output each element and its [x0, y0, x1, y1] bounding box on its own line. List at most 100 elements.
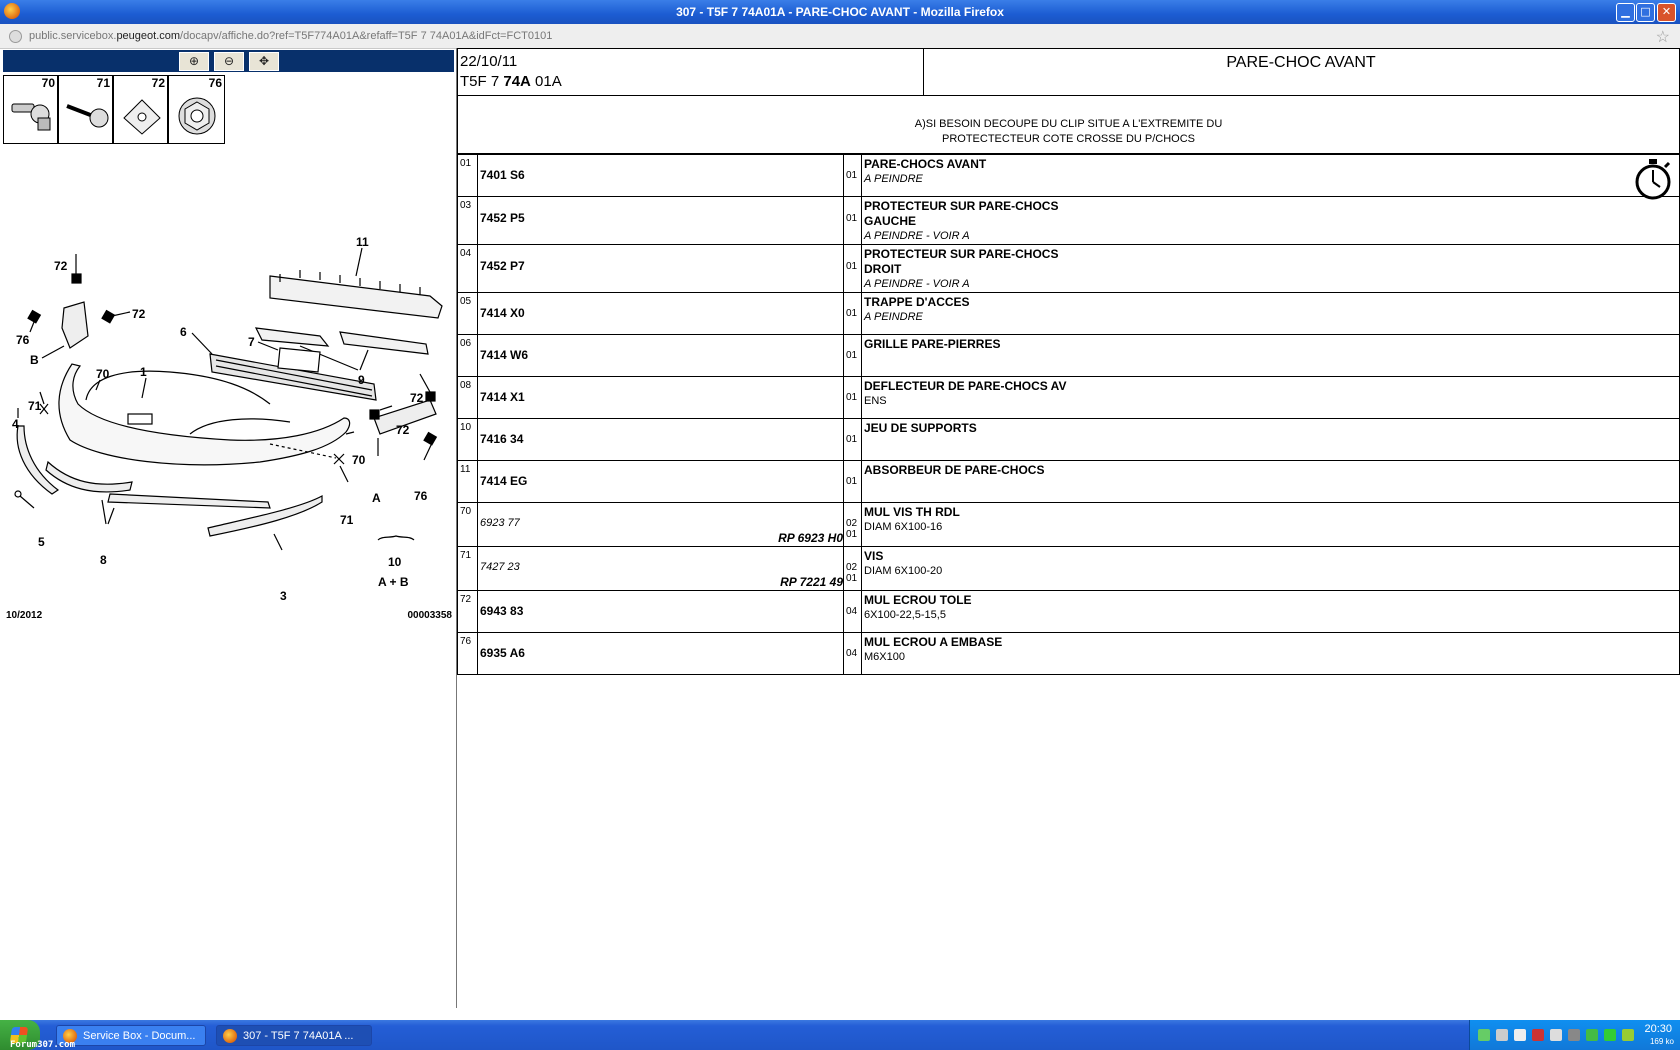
window-title-bar[interactable]: 307 - T5F 7 74A01A - PARE-CHOC AVANT - M… [0, 0, 1680, 24]
description: PARE-CHOCS AVANT [864, 157, 987, 171]
signal-icon[interactable] [1496, 1029, 1508, 1041]
quantity-cell: 01 [843, 418, 862, 461]
flange-nut-icon [178, 97, 216, 135]
tray-icon[interactable] [1568, 1029, 1580, 1041]
document-header: 22/10/11 T5F 7 74A 01A PARE-CHOC AVANT [457, 48, 1680, 96]
quantity-replacement: 01 [846, 573, 858, 584]
stopwatch-icon[interactable] [1633, 157, 1673, 201]
fastener-thumbnails: 70 71 72 76 [3, 75, 225, 144]
callout-72: 72 [396, 423, 410, 437]
pan-button[interactable]: ✥ [249, 52, 279, 71]
bumper-exploded-diagram: 11 72 72 76 B 6 7 9 72 70 1 71 4 72 70 5… [12, 235, 443, 603]
replacement-part-number[interactable]: RP 6923 H0 [778, 531, 843, 545]
description-cell: VIS DIAM 6X100-20 [861, 546, 1680, 591]
tray-icon[interactable] [1478, 1029, 1490, 1041]
description: DEFLECTEUR DE PARE-CHOCS AV [864, 379, 1067, 393]
close-button[interactable]: ✕ [1657, 3, 1676, 22]
callout-11: 11 [356, 235, 369, 249]
quantity: 01 [846, 308, 858, 319]
quantity-cell: 01 [843, 460, 862, 503]
thumb-72[interactable]: 72 [114, 76, 169, 143]
callout-76: 76 [414, 489, 428, 503]
part-number[interactable]: 7414 X0 [480, 306, 525, 320]
description-cell: DEFLECTEUR DE PARE-CHOCS AV ENS [861, 376, 1680, 419]
part-number[interactable]: 6935 A6 [480, 646, 525, 660]
part-number[interactable]: 7452 P5 [480, 211, 525, 225]
callout-6: 6 [180, 325, 187, 339]
minimize-button[interactable]: ▁ [1616, 3, 1635, 22]
table-row[interactable]: 05 7414 X0 01 TRAPPE D'ACCES A PEINDRE [457, 292, 1680, 335]
table-row[interactable]: 03 7452 P5 01 PROTECTEUR SUR PARE-CHOCS GAUC… [457, 196, 1680, 245]
table-row[interactable]: 04 7452 P7 01 PROTECTEUR SUR PARE-CHOCS DROI… [457, 244, 1680, 293]
address-bar[interactable]: public.servicebox.peugeot.com/docapv/aff… [0, 24, 1680, 49]
description-cell: PARE-CHOCS AVANT A PEINDRE [861, 154, 1680, 200]
tray-icon[interactable] [1514, 1029, 1526, 1041]
maximize-button[interactable]: □ [1636, 3, 1655, 22]
description-cell: MUL ECROU TOLE 6X100-22,5-15,5 [861, 590, 1680, 633]
table-row[interactable]: 72 6943 83 04 MUL ECROU TOLE 6X100-22,5-15,5 [457, 590, 1680, 633]
part-number[interactable]: 7416 34 [480, 432, 523, 446]
quantity-cell: 02 01 [843, 546, 862, 591]
part-number[interactable]: 7414 EG [480, 474, 527, 488]
part-number-cell: 6935 A6 [477, 632, 844, 675]
description: JEU DE SUPPORTS [864, 421, 977, 435]
bookmark-star-icon[interactable]: ☆ [1656, 27, 1670, 47]
part-number-cell: 7427 23 RP 7221 49 [477, 546, 844, 591]
quantity: 01 [846, 350, 858, 361]
network-speed: 169 ko [1649, 1037, 1674, 1046]
zoom-toolbar: ⊕ ⊖ ✥ [3, 50, 454, 72]
screw-icon [66, 104, 109, 128]
tray-icon[interactable] [1622, 1029, 1634, 1041]
replacement-part-number[interactable]: RP 7221 49 [780, 575, 843, 589]
quantity: 01 [846, 213, 858, 224]
thumb-71[interactable]: 71 [59, 76, 114, 143]
diagram-pane: ⊕ ⊖ ✥ 70 71 72 76 11 72 72 76 B 6 7 9 72… [0, 48, 457, 1008]
description: MUL ECROU TOLE [864, 593, 972, 607]
task-service-box[interactable]: Service Box - Docum... [56, 1025, 206, 1046]
tray-icon[interactable] [1604, 1029, 1616, 1041]
table-row[interactable]: 76 6935 A6 04 MUL ECROU A EMBASE M6X100 [457, 632, 1680, 675]
table-row[interactable]: 01 7401 S6 01 PARE-CHOCS AVANT A PEINDRE [457, 154, 1680, 200]
callout-a-plus-b: A + B [378, 575, 409, 589]
zoom-in-button[interactable]: ⊕ [179, 52, 209, 71]
quantity-cell: 04 [843, 632, 862, 675]
description-note: M6X100 [864, 651, 905, 663]
globe-icon [9, 30, 22, 43]
part-number[interactable]: 7427 23 [480, 561, 520, 573]
quantity: 01 [846, 170, 858, 181]
description: PROTECTEUR SUR PARE-CHOCS [864, 199, 1059, 213]
clock[interactable]: 20:30 [1644, 1023, 1672, 1035]
security-icon[interactable] [1532, 1029, 1544, 1041]
volume-icon[interactable] [1550, 1029, 1562, 1041]
parts-table: 01 7401 S6 01 PARE-CHOCS AVANT A PEINDRE 03 74… [457, 154, 1680, 675]
quantity: 01 [846, 434, 858, 445]
table-row[interactable]: 11 7414 EG 01 ABSORBEUR DE PARE-CHOCS [457, 460, 1680, 503]
task-firefox-current[interactable]: 307 - T5F 7 74A01A ... [216, 1025, 372, 1046]
table-row[interactable]: 70 6923 77 RP 6923 H0 02 01 MUL VIS TH RDL DIA… [457, 502, 1680, 547]
part-number[interactable]: 7414 W6 [480, 348, 528, 362]
thumb-76[interactable]: 76 [169, 76, 224, 143]
item-number: 08 [457, 376, 478, 419]
zoom-out-button[interactable]: ⊖ [214, 52, 244, 71]
table-row[interactable]: 06 7414 W6 01 GRILLE PARE-PIERRES [457, 334, 1680, 377]
note-line: A)SI BESOIN DECOUPE DU CLIP SITUE A L'EX… [914, 118, 1223, 130]
url-text[interactable]: public.servicebox.peugeot.com/docapv/aff… [29, 30, 552, 42]
quantity: 01 [846, 392, 858, 403]
table-row[interactable]: 08 7414 X1 01 DEFLECTEUR DE PARE-CHOCS AV EN… [457, 376, 1680, 419]
description-note: DIAM 6X100-20 [864, 565, 943, 577]
part-number[interactable]: 7401 S6 [480, 168, 525, 182]
callout-70: 70 [96, 367, 110, 381]
table-row[interactable]: 10 7416 34 01 JEU DE SUPPORTS [457, 418, 1680, 461]
part-number[interactable]: 6943 83 [480, 604, 523, 618]
description-cell: JEU DE SUPPORTS [861, 418, 1680, 461]
taskbar: Service Box - Docum... 307 - T5F 7 74A01… [0, 1020, 1680, 1050]
description-cell: PROTECTEUR SUR PARE-CHOCS GAUCHE A PEINDRE… [861, 196, 1680, 245]
description-cell: PROTECTEUR SUR PARE-CHOCS DROIT A PEINDRE … [861, 244, 1680, 293]
thumb-70[interactable]: 70 [4, 76, 59, 143]
network-icon[interactable] [1586, 1029, 1598, 1041]
part-number[interactable]: 6923 77 [480, 517, 520, 529]
part-number[interactable]: 7452 P7 [480, 259, 525, 273]
part-number[interactable]: 7414 X1 [480, 390, 525, 404]
table-row[interactable]: 71 7427 23 RP 7221 49 02 01 VIS DIAM 6X100-20 [457, 546, 1680, 591]
part-number-cell: 7452 P5 [477, 196, 844, 245]
